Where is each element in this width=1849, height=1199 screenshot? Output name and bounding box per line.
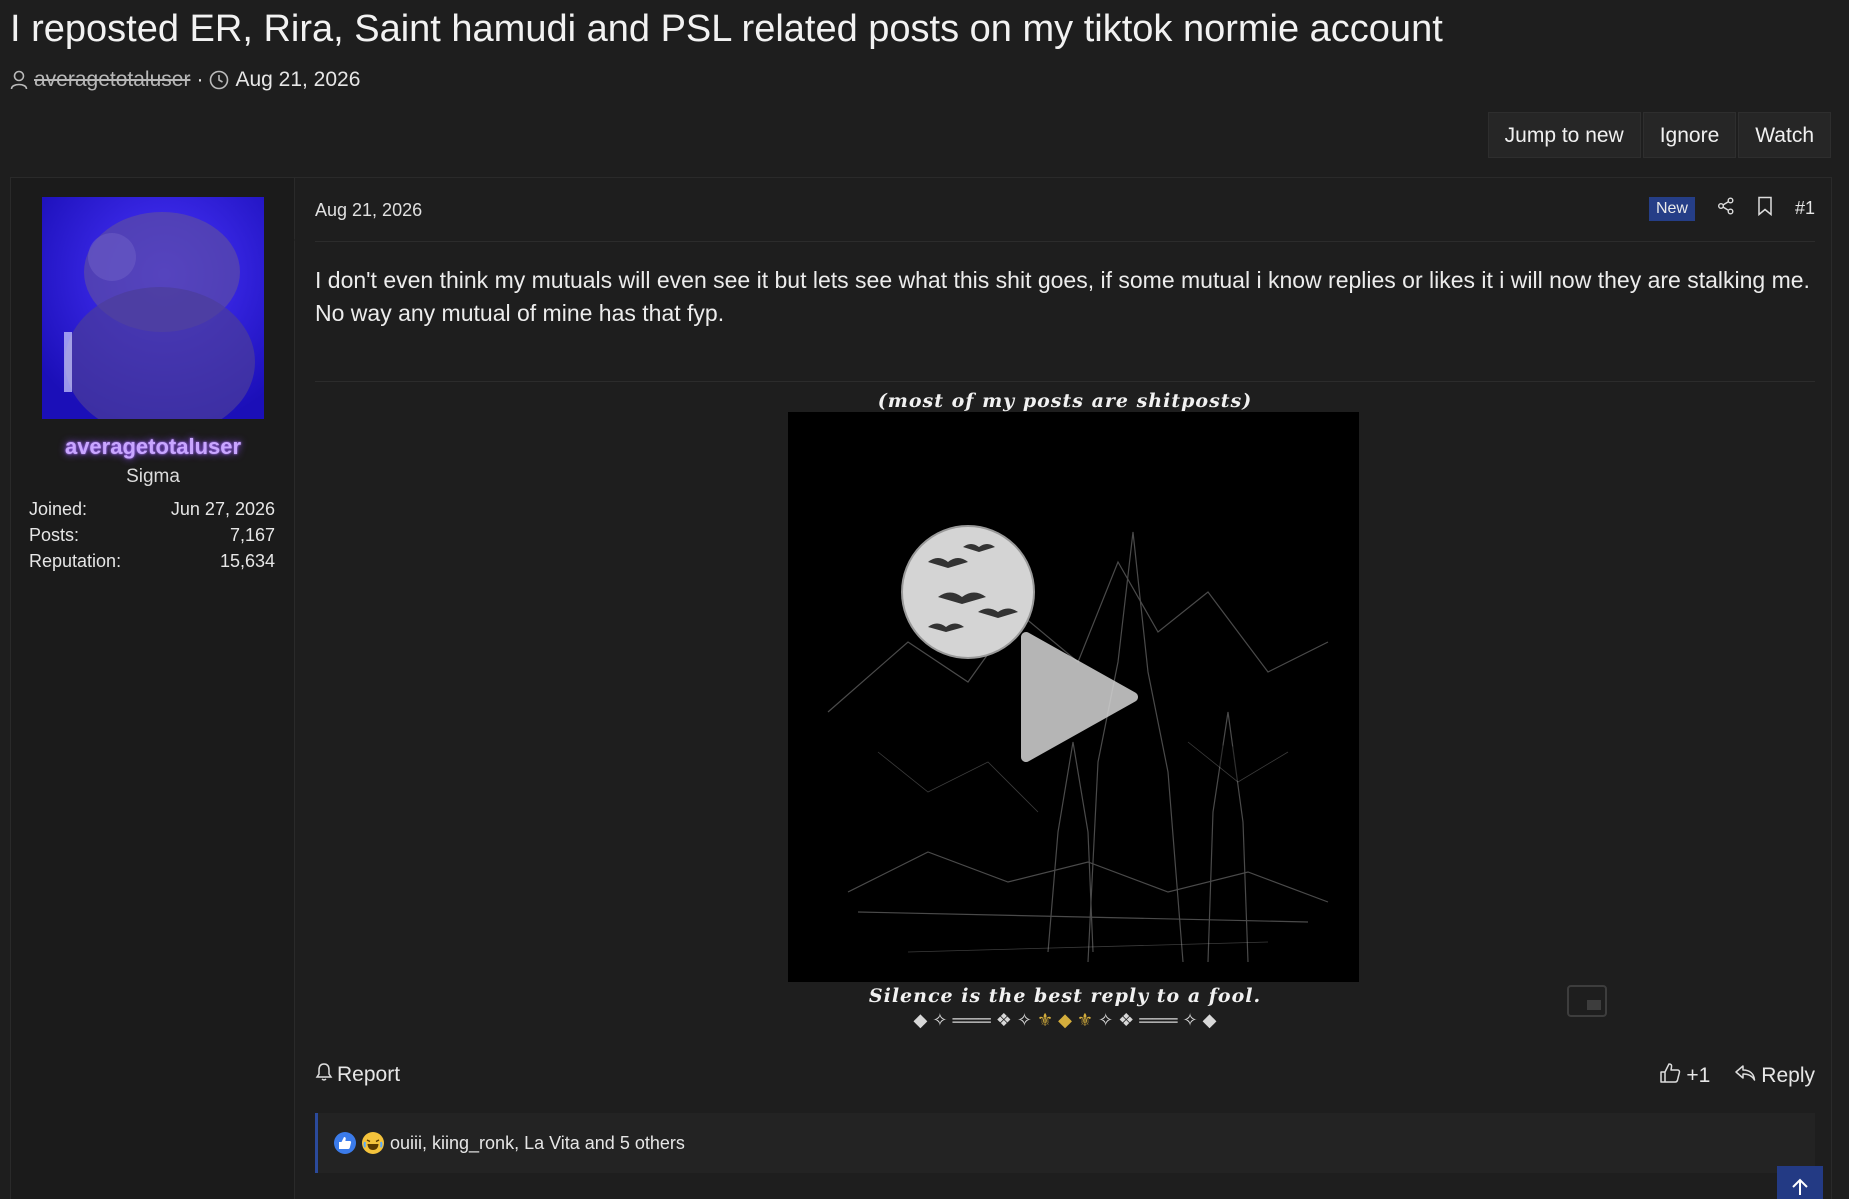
post-username[interactable]: averagetotaluser <box>11 434 295 460</box>
post-footer-actions: +1 Reply <box>1659 1062 1815 1090</box>
like-label: +1 <box>1686 1064 1711 1087</box>
user-title: Sigma <box>126 466 180 487</box>
thread-date-link[interactable]: Aug 21, 2026 <box>235 68 360 92</box>
reply-button[interactable]: Reply <box>1734 1063 1815 1089</box>
signature-top-text: (most of my posts are shitposts) <box>877 390 1253 412</box>
report-label: Report <box>337 1063 401 1086</box>
post: averagetotaluser Sigma Joined: Jun 27, 2… <box>10 177 1832 1199</box>
post-user-panel: averagetotaluser Sigma Joined: Jun 27, 2… <box>11 178 295 1199</box>
arrow-up-icon <box>1790 1177 1810 1199</box>
signature-video[interactable] <box>788 412 1359 982</box>
thread-title: I reposted ER, Rira, Saint hamudi and PS… <box>10 8 1443 50</box>
signature-divider <box>315 381 1815 382</box>
post-date-link[interactable]: Aug 21, 2026 <box>315 200 422 221</box>
stat-reputation: Reputation: 15,634 <box>29 548 275 574</box>
stat-value: 15,634 <box>219 551 275 571</box>
new-badge: New <box>1648 196 1695 221</box>
picture-in-picture-icon[interactable] <box>1567 985 1607 1022</box>
ornament-right: ✧ ❖ ═══ ✧ ◆ <box>1098 1010 1217 1030</box>
thread-meta: averagetotaluser · Aug 21, 2026 <box>10 68 360 92</box>
like-button[interactable]: +1 <box>1659 1062 1710 1090</box>
post-number-link[interactable]: #1 <box>1795 198 1815 219</box>
user-stats: Joined: Jun 27, 2026 Posts: 7,167 Reputa… <box>29 496 275 574</box>
bell-icon <box>315 1062 333 1088</box>
bookmark-icon[interactable] <box>1757 196 1773 221</box>
divider <box>315 241 1815 242</box>
post-body-line: I don't even think my mutuals will even … <box>315 267 1810 293</box>
meta-separator: · <box>196 68 204 91</box>
ornament-left: ◆ ✧ ═══ ❖ ✧ <box>913 1010 1032 1030</box>
post-body-line: No way any mutual of mine has that fyp. <box>315 300 725 326</box>
stat-label: Posts: <box>29 525 80 545</box>
reactions-bar[interactable]: ouiii, kiing_ronk, La Vita and 5 others <box>315 1113 1815 1173</box>
reply-icon <box>1734 1063 1756 1089</box>
thread-author-link[interactable]: averagetotaluser <box>34 68 190 92</box>
post-content: Aug 21, 2026 New #1 I don't even think m… <box>315 178 1815 1199</box>
stat-joined: Joined: Jun 27, 2026 <box>29 496 275 522</box>
share-icon[interactable] <box>1717 197 1735 220</box>
post-tools: New #1 <box>1648 196 1815 221</box>
jump-to-new-button[interactable]: Jump to new <box>1487 112 1641 158</box>
stat-label: Joined: <box>29 499 88 519</box>
ignore-button[interactable]: Ignore <box>1642 112 1737 158</box>
scroll-to-top-button[interactable] <box>1777 1166 1823 1199</box>
stat-value: 7,167 <box>229 525 275 545</box>
post-arrow <box>294 228 306 252</box>
watch-button[interactable]: Watch <box>1738 112 1831 158</box>
user-icon <box>10 70 28 90</box>
reply-label: Reply <box>1761 1064 1815 1087</box>
post-body: I don't even think my mutuals will even … <box>315 264 1815 330</box>
ornament-center: ⚜ ◆ ⚜ <box>1036 1010 1094 1030</box>
thumbs-up-icon <box>1659 1062 1681 1090</box>
reactions-text: ouiii, kiing_ronk, La Vita and 5 others <box>390 1132 685 1153</box>
like-icon <box>334 1132 356 1154</box>
avatar[interactable] <box>42 197 264 419</box>
stat-label: Reputation: <box>29 551 122 571</box>
stat-posts: Posts: 7,167 <box>29 522 275 548</box>
thread-actions: Jump to new Ignore Watch <box>1487 112 1831 158</box>
laugh-icon <box>362 1132 384 1154</box>
clock-icon <box>209 70 229 90</box>
report-link[interactable]: Report <box>315 1062 400 1088</box>
stat-value: Jun 27, 2026 <box>170 499 275 519</box>
